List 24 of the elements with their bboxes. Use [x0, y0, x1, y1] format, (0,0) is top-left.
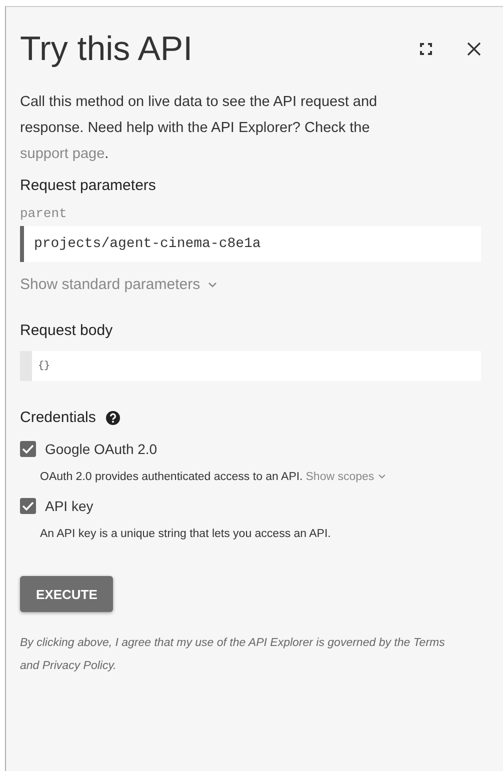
code-editor[interactable]: {} [20, 351, 481, 381]
terms-text: By clicking above, I agree that my use of the API Explorer is governed by the Terms and Privacy Policy. [20, 636, 446, 674]
fullscreen-icon[interactable] [420, 43, 432, 55]
execute-button[interactable]: EXECUTE [20, 576, 114, 612]
section-heading: Request body [20, 322, 114, 339]
input-field[interactable]: projects/agent-cinema-c8e1a [20, 226, 481, 262]
checkbox-label: Google OAuth 2.0 [45, 441, 158, 457]
credential-description: OAuth 2.0 provides authenticated access to an API. [40, 471, 303, 483]
checkbox[interactable] [20, 498, 36, 514]
section-heading: Credentials [20, 409, 96, 426]
checkbox[interactable] [20, 441, 36, 457]
panel-title: Try this API [20, 30, 194, 68]
support-link[interactable]: support page [20, 146, 105, 162]
intro-text: Call this method on live data to see the API request and response. Need help with the API Explorer? Check the support page. [20, 93, 378, 164]
chevron-down-icon [378, 474, 386, 480]
checkbox-label: API key [45, 498, 94, 514]
close-icon[interactable] [467, 42, 481, 56]
credential-description: An API key is a unique string that lets you access an API. [40, 528, 331, 540]
field-label: parent [20, 206, 68, 221]
help-icon[interactable] [106, 410, 120, 424]
section-heading: Request parameters [20, 177, 157, 194]
chevron-down-icon [208, 282, 218, 288]
show-scopes-link[interactable]: Show scopes [306, 471, 386, 483]
show-parameters-link[interactable]: Show standard parameters [20, 276, 218, 293]
